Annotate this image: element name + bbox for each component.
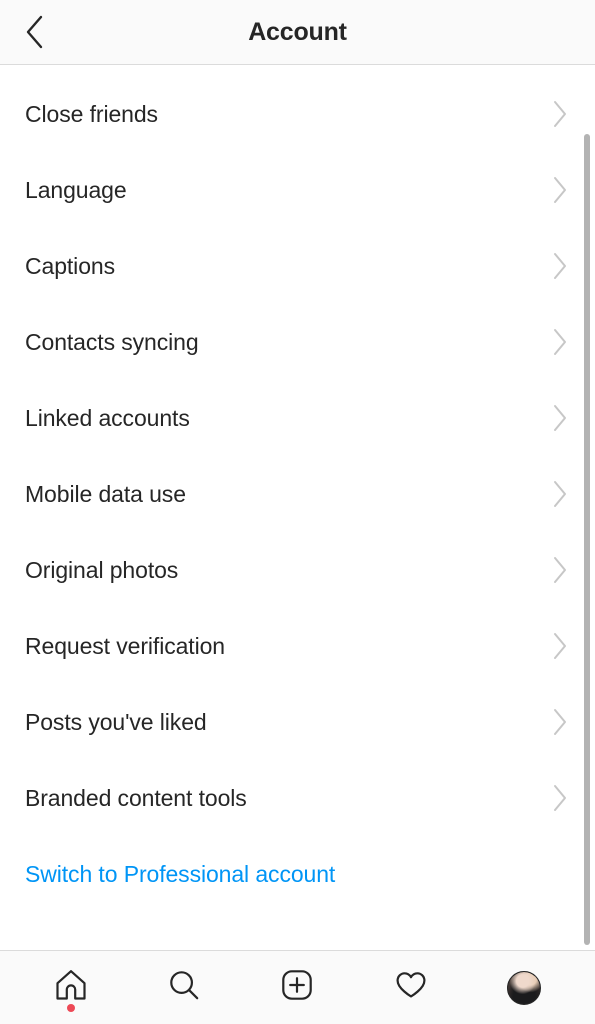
- chevron-right-icon: [554, 557, 566, 583]
- nav-search[interactable]: [147, 957, 221, 1019]
- chevron-right-icon: [554, 101, 566, 127]
- list-item[interactable]: Request verification: [0, 608, 595, 684]
- bottom-navigation-bar: [0, 950, 595, 1024]
- vertical-scrollbar[interactable]: [584, 134, 590, 945]
- list-item[interactable]: Contacts syncing: [0, 304, 595, 380]
- list-item[interactable]: Original photos: [0, 532, 595, 608]
- list-item-label: Posts you've liked: [25, 708, 207, 735]
- list-item-label: Original photos: [25, 556, 179, 583]
- settings-list: Close friends Language Captions Contacts sy…: [0, 65, 595, 950]
- list-item-label: Branded content tools: [25, 784, 247, 811]
- chevron-right-icon: [554, 785, 566, 811]
- nav-add-post[interactable]: [260, 957, 334, 1019]
- chevron-right-icon: [554, 633, 566, 659]
- account-settings-screen: Account Close friends Language Captions Con…: [0, 0, 595, 1024]
- chevron-left-icon: [24, 15, 46, 49]
- page-header: Account: [0, 0, 595, 65]
- home-icon: [53, 967, 89, 1008]
- list-item-label: Switch to Professional account: [25, 860, 336, 887]
- list-item-label: Close friends: [25, 100, 158, 127]
- list-item-label: Request verification: [25, 632, 225, 659]
- nav-profile[interactable]: [487, 957, 561, 1019]
- chevron-right-icon: [554, 405, 566, 431]
- chevron-right-icon: [554, 481, 566, 507]
- chevron-right-icon: [554, 253, 566, 279]
- list-item-label: Captions: [25, 252, 115, 279]
- chevron-right-icon: [554, 177, 566, 203]
- chevron-right-icon: [554, 709, 566, 735]
- nav-home[interactable]: [34, 957, 108, 1019]
- list-item[interactable]: Switch to Professional account: [0, 836, 595, 912]
- back-button[interactable]: [14, 11, 56, 53]
- chevron-right-icon: [554, 329, 566, 355]
- list-item[interactable]: Close friends: [0, 76, 595, 152]
- list-item-label: Linked accounts: [25, 404, 190, 431]
- page-title: Account: [248, 17, 347, 46]
- list-item[interactable]: Posts you've liked: [0, 684, 595, 760]
- nav-activity[interactable]: [374, 957, 448, 1019]
- list-item[interactable]: Linked accounts: [0, 380, 595, 456]
- list-item[interactable]: Branded content tools: [0, 760, 595, 836]
- list-item-label: Contacts syncing: [25, 328, 199, 355]
- list-item[interactable]: Mobile data use: [0, 456, 595, 532]
- scrollbar-track: [582, 65, 590, 950]
- search-icon: [166, 967, 202, 1008]
- profile-avatar[interactable]: [507, 970, 542, 1005]
- list-item[interactable]: Language: [0, 152, 595, 228]
- list-item-label: Language: [25, 176, 127, 203]
- list-item-label: Mobile data use: [25, 480, 186, 507]
- avatar-image: [508, 971, 541, 1004]
- list-item[interactable]: Captions: [0, 228, 595, 304]
- add-post-icon: [279, 967, 315, 1008]
- home-notification-dot: [66, 1003, 75, 1012]
- heart-icon: [393, 967, 429, 1008]
